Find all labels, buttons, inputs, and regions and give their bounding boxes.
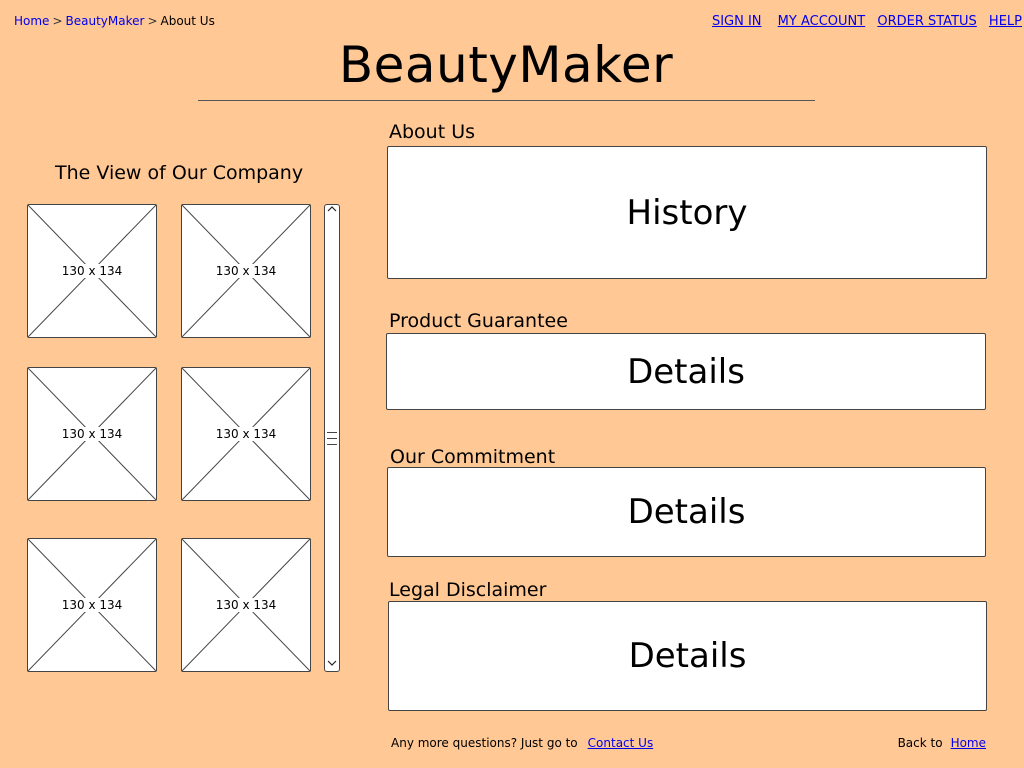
footer-back: Back to Home <box>898 736 986 750</box>
section-label-legal-disclaimer: Legal Disclaimer <box>389 579 547 601</box>
gallery-scrollbar[interactable] <box>324 204 340 672</box>
image-dimensions-label: 130 x 134 <box>60 598 124 612</box>
breadcrumb: Home > BeautyMaker > About Us <box>14 14 215 28</box>
section-label-about-us: About Us <box>389 121 476 143</box>
image-dimensions-label: 130 x 134 <box>214 264 278 278</box>
our-commitment-details-box[interactable]: Details <box>387 467 986 557</box>
breadcrumb-home-link[interactable]: Home <box>14 14 49 28</box>
help-link[interactable]: HELP <box>989 14 1022 29</box>
breadcrumb-beautymaker-link[interactable]: BeautyMaker <box>66 14 145 28</box>
chevron-up-icon[interactable] <box>325 205 339 217</box>
site-title: BeautyMaker <box>338 36 674 94</box>
image-dimensions-label: 130 x 134 <box>60 264 124 278</box>
legal-disclaimer-details-box[interactable]: Details <box>388 601 987 711</box>
section-label-our-commitment: Our Commitment <box>390 446 556 468</box>
order-status-link[interactable]: ORDER STATUS <box>877 14 976 29</box>
gallery-image-4[interactable]: 130 x 134 <box>181 367 311 501</box>
chevron-down-icon[interactable] <box>325 659 339 671</box>
gallery-image-6[interactable]: 130 x 134 <box>181 538 311 672</box>
breadcrumb-separator: > <box>52 14 63 28</box>
my-account-link[interactable]: MY ACCOUNT <box>778 14 866 29</box>
history-box[interactable]: History <box>387 146 987 279</box>
image-dimensions-label: 130 x 134 <box>214 427 278 441</box>
image-dimensions-label: 130 x 134 <box>214 598 278 612</box>
top-nav: SIGN IN MY ACCOUNT ORDER STATUS HELP <box>712 14 1022 29</box>
title-divider <box>198 100 815 101</box>
gallery-image-3[interactable]: 130 x 134 <box>27 367 157 501</box>
product-guarantee-details-box[interactable]: Details <box>386 333 986 410</box>
image-dimensions-label: 130 x 134 <box>60 427 124 441</box>
gallery-title: The View of Our Company <box>55 162 304 184</box>
scrollbar-thumb[interactable] <box>327 427 337 449</box>
breadcrumb-current-page: About Us <box>160 14 215 28</box>
sign-in-link[interactable]: SIGN IN <box>712 14 762 29</box>
gallery-image-2[interactable]: 130 x 134 <box>181 204 311 338</box>
footer-question-text: Any more questions? Just go to <box>391 736 578 750</box>
gallery-image-5[interactable]: 130 x 134 <box>27 538 157 672</box>
footer-back-text: Back to <box>897 736 943 750</box>
breadcrumb-separator: > <box>147 14 158 28</box>
footer-contact: Any more questions? Just go to Contact Us <box>391 736 653 750</box>
gallery-image-1[interactable]: 130 x 134 <box>27 204 157 338</box>
section-label-product-guarantee: Product Guarantee <box>389 310 568 332</box>
footer-home-link[interactable]: Home <box>951 736 986 750</box>
contact-us-link[interactable]: Contact Us <box>588 736 654 750</box>
